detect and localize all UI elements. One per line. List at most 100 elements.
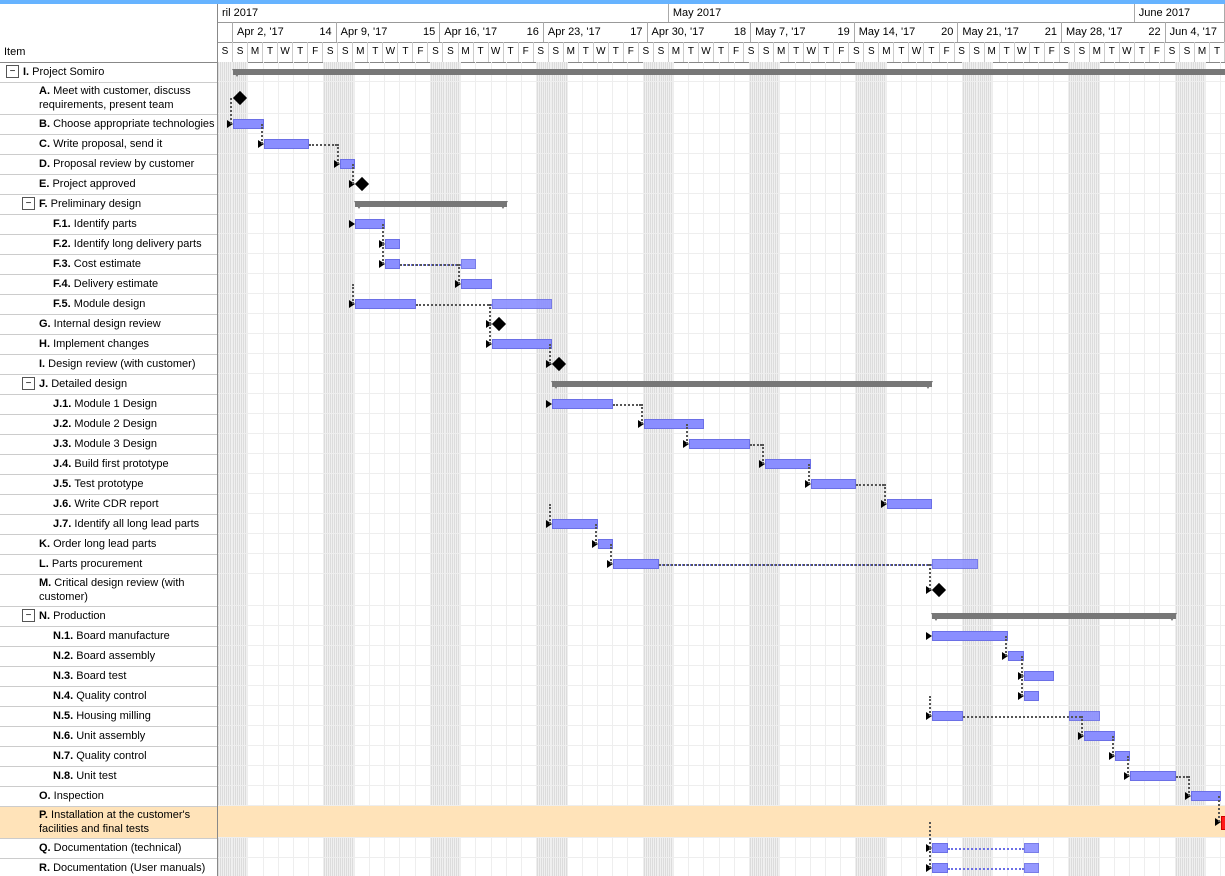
task-bar[interactable] <box>887 499 933 509</box>
gantt-row[interactable] <box>218 746 1225 766</box>
task-row[interactable]: N.3. Board test <box>0 667 217 687</box>
gantt-row[interactable] <box>218 726 1225 746</box>
task-bar[interactable] <box>1191 791 1221 801</box>
summary-bar[interactable] <box>932 613 1175 619</box>
task-row[interactable]: F.3. Cost estimate <box>0 255 217 275</box>
task-bar[interactable] <box>932 631 1008 641</box>
gantt-row[interactable] <box>218 574 1225 606</box>
gantt-row[interactable] <box>218 354 1225 374</box>
task-row[interactable]: −J. Detailed design <box>0 375 217 395</box>
gantt-panel[interactable]: ril 2017May 2017June 2017 Apr 2, '1714Ap… <box>218 4 1225 876</box>
task-row[interactable]: F.2. Identify long delivery parts <box>0 235 217 255</box>
summary-bar[interactable] <box>355 201 507 207</box>
task-row[interactable]: J.4. Build first prototype <box>0 455 217 475</box>
gantt-row[interactable] <box>218 646 1225 666</box>
task-row[interactable]: O. Inspection <box>0 787 217 807</box>
gantt-row[interactable] <box>218 394 1225 414</box>
gantt-row[interactable] <box>218 374 1225 394</box>
task-bar[interactable] <box>552 519 598 529</box>
milestone-icon[interactable] <box>552 357 566 371</box>
task-row[interactable]: N.6. Unit assembly <box>0 727 217 747</box>
task-row[interactable]: H. Implement changes <box>0 335 217 355</box>
task-row[interactable]: I. Design review (with customer) <box>0 355 217 375</box>
gantt-row[interactable] <box>218 434 1225 454</box>
gantt-row[interactable] <box>218 626 1225 646</box>
collapse-toggle[interactable]: − <box>6 65 19 78</box>
task-bar[interactable] <box>492 339 553 349</box>
gantt-row[interactable] <box>218 314 1225 334</box>
task-bar[interactable] <box>385 259 400 269</box>
gantt-row[interactable] <box>218 806 1225 838</box>
task-bar[interactable] <box>355 219 385 229</box>
gantt-row[interactable] <box>218 474 1225 494</box>
collapse-toggle[interactable]: − <box>22 609 35 622</box>
task-row[interactable]: A. Meet with customer, discuss requireme… <box>0 83 217 115</box>
task-row[interactable]: P. Installation at the customer's facili… <box>0 807 217 839</box>
task-bar[interactable] <box>689 439 750 449</box>
milestone-icon[interactable] <box>492 317 506 331</box>
task-row[interactable]: B. Choose appropriate technologies <box>0 115 217 135</box>
task-row[interactable]: −F. Preliminary design <box>0 195 217 215</box>
task-bar[interactable] <box>1024 691 1039 701</box>
task-bar[interactable] <box>552 399 613 409</box>
task-row[interactable]: C. Write proposal, send it <box>0 135 217 155</box>
milestone-icon[interactable] <box>233 91 247 105</box>
task-bar[interactable] <box>613 559 659 569</box>
task-row[interactable]: Q. Documentation (technical) <box>0 839 217 859</box>
gantt-row[interactable] <box>218 114 1225 134</box>
task-row[interactable]: N.8. Unit test <box>0 767 217 787</box>
gantt-row[interactable] <box>218 234 1225 254</box>
task-row[interactable]: J.7. Identify all long lead parts <box>0 515 217 535</box>
gantt-row[interactable] <box>218 334 1225 354</box>
task-bar[interactable] <box>932 863 947 873</box>
task-row[interactable]: G. Internal design review <box>0 315 217 335</box>
collapse-toggle[interactable]: − <box>22 377 35 390</box>
task-bar[interactable] <box>385 239 400 249</box>
task-row[interactable]: M. Critical design review (with customer… <box>0 575 217 607</box>
gantt-row[interactable] <box>218 194 1225 214</box>
task-bar[interactable] <box>1084 731 1114 741</box>
task-bar[interactable] <box>932 711 962 721</box>
task-row[interactable]: N.2. Board assembly <box>0 647 217 667</box>
gantt-row[interactable] <box>218 62 1225 82</box>
milestone-icon[interactable] <box>355 177 369 191</box>
task-row[interactable]: L. Parts procurement <box>0 555 217 575</box>
task-row[interactable]: N.5. Housing milling <box>0 707 217 727</box>
task-row[interactable]: F.5. Module design <box>0 295 217 315</box>
task-row[interactable]: F.4. Delivery estimate <box>0 275 217 295</box>
task-bar[interactable] <box>461 279 491 289</box>
task-bar[interactable] <box>811 479 857 489</box>
gantt-row[interactable] <box>218 686 1225 706</box>
gantt-row[interactable] <box>218 766 1225 786</box>
task-row[interactable]: K. Order long lead parts <box>0 535 217 555</box>
task-bar[interactable] <box>355 299 416 309</box>
gantt-row[interactable] <box>218 838 1225 858</box>
gantt-row[interactable] <box>218 786 1225 806</box>
gantt-row[interactable] <box>218 454 1225 474</box>
task-row[interactable]: J.3. Module 3 Design <box>0 435 217 455</box>
gantt-row[interactable] <box>218 858 1225 876</box>
gantt-row[interactable] <box>218 666 1225 686</box>
task-row[interactable]: −I. Project Somiro <box>0 63 217 83</box>
task-bar[interactable] <box>932 843 947 853</box>
task-row[interactable]: J.6. Write CDR report <box>0 495 217 515</box>
task-row[interactable]: N.7. Quality control <box>0 747 217 767</box>
milestone-critical-icon[interactable] <box>1221 816 1225 830</box>
gantt-row[interactable] <box>218 82 1225 114</box>
task-bar[interactable] <box>233 119 263 129</box>
task-row[interactable]: F.1. Identify parts <box>0 215 217 235</box>
task-row[interactable]: J.2. Module 2 Design <box>0 415 217 435</box>
task-bar[interactable] <box>765 459 811 469</box>
milestone-icon[interactable] <box>932 583 946 597</box>
task-bar[interactable] <box>1130 771 1176 781</box>
task-row[interactable]: N.4. Quality control <box>0 687 217 707</box>
gantt-body[interactable] <box>218 62 1225 876</box>
gantt-row[interactable] <box>218 134 1225 154</box>
gantt-row[interactable] <box>218 414 1225 434</box>
gantt-row[interactable] <box>218 254 1225 274</box>
gantt-row[interactable] <box>218 494 1225 514</box>
gantt-row[interactable] <box>218 294 1225 314</box>
collapse-toggle[interactable]: − <box>22 197 35 210</box>
task-row[interactable]: N.1. Board manufacture <box>0 627 217 647</box>
task-bar[interactable] <box>644 419 705 429</box>
